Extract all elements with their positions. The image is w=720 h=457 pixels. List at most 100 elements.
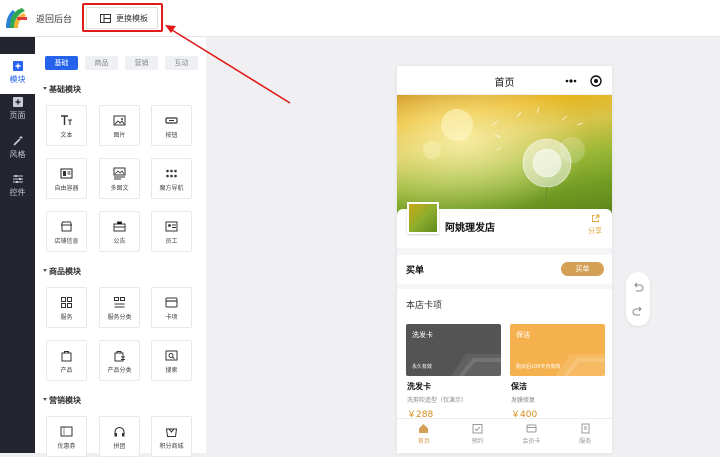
module-label: 自由容器 [54, 185, 79, 192]
sliders-icon [12, 175, 23, 183]
calendar-check-icon [472, 424, 483, 434]
section-title-marketing: 营销模块 [43, 396, 81, 405]
sidebar-item-label: 风格 [9, 150, 26, 159]
share-button[interactable]: 分享 [588, 214, 602, 236]
bag-list-icon [114, 351, 125, 362]
coupon-icon [60, 426, 73, 437]
module-service-category[interactable]: 服务分类 [99, 287, 140, 328]
shop-icon [60, 221, 73, 232]
module-label: 魔方导航 [159, 185, 184, 192]
sidebar-item-label: 页面 [9, 111, 26, 120]
module-label: 服务分类 [107, 314, 132, 321]
image-text-icon [113, 167, 126, 180]
pay-bill-button[interactable]: 买单 [561, 262, 604, 276]
history-tools [626, 272, 650, 326]
tab-booking[interactable]: 预约 [451, 419, 505, 453]
card-name: 保洁 [516, 331, 530, 339]
sidebar-item-controls[interactable]: 控件 [0, 167, 35, 207]
module-image[interactable]: 图片 [99, 105, 140, 146]
module-points-mall[interactable]: 积分商城 [151, 416, 192, 457]
module-label: 产品 [60, 367, 73, 374]
tab-home[interactable]: 首页 [397, 419, 451, 453]
redo-icon[interactable] [626, 300, 650, 324]
book-icon [581, 423, 590, 434]
module-text[interactable]: 文本 [46, 105, 87, 146]
sidebar-item-label: 控件 [9, 188, 26, 197]
shop-name: 阿姚理发店 [445, 223, 495, 234]
card-subtitle: 洗剪吹造型（仅演示） [407, 397, 468, 404]
module-product[interactable]: 产品 [46, 340, 87, 381]
module-label: 公告 [113, 238, 126, 245]
button-icon [165, 117, 178, 124]
briefcase-icon [113, 221, 126, 232]
home-icon [419, 424, 429, 433]
phone-tab-bar: 首页 预约 会员卡 服务 [397, 418, 612, 453]
pay-bill-title: 买单 [406, 266, 425, 276]
section-title-basic: 基础模块 [43, 85, 81, 94]
card-subtitle: 发膜修复 [511, 397, 536, 404]
dots-grid-icon [166, 169, 177, 178]
tab-member-card[interactable]: 会员卡 [505, 419, 559, 453]
module-notice[interactable]: 公告 [99, 211, 140, 252]
tab-label: 服务 [579, 438, 592, 445]
module-group-buy[interactable]: 拼团 [99, 416, 140, 457]
card-item-wash[interactable]: 洗发卡 永久有效 [406, 324, 501, 376]
tab-basic[interactable]: 基础 [45, 56, 78, 70]
shop-info-card[interactable]: 阿姚理发店 分享 [397, 202, 612, 248]
card-item-care[interactable]: 保洁 购买后100天内有效 [510, 324, 605, 376]
module-service[interactable]: 服务 [46, 287, 87, 328]
module-coupon[interactable]: 优惠券 [46, 416, 87, 457]
tab-marketing[interactable]: 营销 [125, 56, 158, 70]
module-shop-info[interactable]: 店铺信息 [46, 211, 87, 252]
module-label: 图片 [113, 132, 126, 139]
text-icon [61, 115, 72, 125]
module-product-category[interactable]: 产品分类 [99, 340, 140, 381]
tab-products[interactable]: 商品 [85, 56, 118, 70]
app-logo [6, 8, 27, 28]
phone-header: 首页 [397, 66, 612, 95]
phone-preview: 首页 阿姚理发店 分享 买单 买单 本店卡项 洗发卡 永久有效 保洁 购买后10… [397, 66, 612, 453]
module-search[interactable]: 搜索 [151, 340, 192, 381]
module-label: 员工 [165, 238, 178, 245]
shop-avatar [407, 202, 439, 234]
module-free-container[interactable]: 自由容器 [46, 158, 87, 199]
store-cards-title: 本店卡项 [406, 301, 443, 311]
mall-icon [165, 428, 178, 437]
headset-icon [114, 426, 125, 437]
module-card-item[interactable]: 卡项 [151, 287, 192, 328]
highlight-box [82, 3, 163, 32]
grid-icon [61, 297, 72, 308]
module-cube-nav[interactable]: 魔方导航 [151, 158, 192, 199]
card-desc: 购买后100天内有效 [516, 364, 561, 370]
card-desc: 永久有效 [412, 364, 433, 370]
module-label: 文本 [60, 132, 73, 139]
module-tabs: 基础 商品 营销 互动 [45, 56, 198, 70]
bag-icon [61, 351, 72, 362]
module-multi-image-text[interactable]: 多图文 [99, 158, 140, 199]
card-icon [526, 424, 537, 433]
capsule-menu-icon[interactable] [561, 74, 605, 88]
sidebar-item-pages[interactable]: 页面 [0, 90, 35, 130]
tab-interaction[interactable]: 互动 [165, 56, 198, 70]
module-label: 积分商城 [159, 443, 184, 450]
module-label: 服务 [60, 314, 73, 321]
id-card-icon [165, 221, 178, 232]
tab-label: 预约 [471, 438, 484, 445]
sidebar-item-style[interactable]: 风格 [0, 129, 35, 169]
module-staff[interactable]: 员工 [151, 211, 192, 252]
tab-service[interactable]: 服务 [558, 419, 612, 453]
card-name: 洗发卡 [412, 331, 433, 339]
sidebar: 模块 页面 风格 控件 [0, 37, 35, 453]
plus-box-icon [12, 97, 23, 107]
undo-icon[interactable] [626, 276, 650, 300]
module-button[interactable]: 按钮 [151, 105, 192, 146]
card-title: 洗发卡 [407, 382, 431, 391]
module-label: 拼团 [113, 443, 126, 450]
module-label: 优惠券 [57, 443, 76, 450]
back-to-admin-link[interactable]: 返回后台 [36, 12, 72, 25]
panel-scrollbar[interactable] [206, 37, 210, 453]
module-label: 店铺信息 [54, 238, 79, 245]
sidebar-item-modules[interactable]: 模块 [0, 54, 35, 94]
module-label: 搜索 [165, 367, 178, 374]
tab-label: 会员卡 [522, 438, 541, 445]
